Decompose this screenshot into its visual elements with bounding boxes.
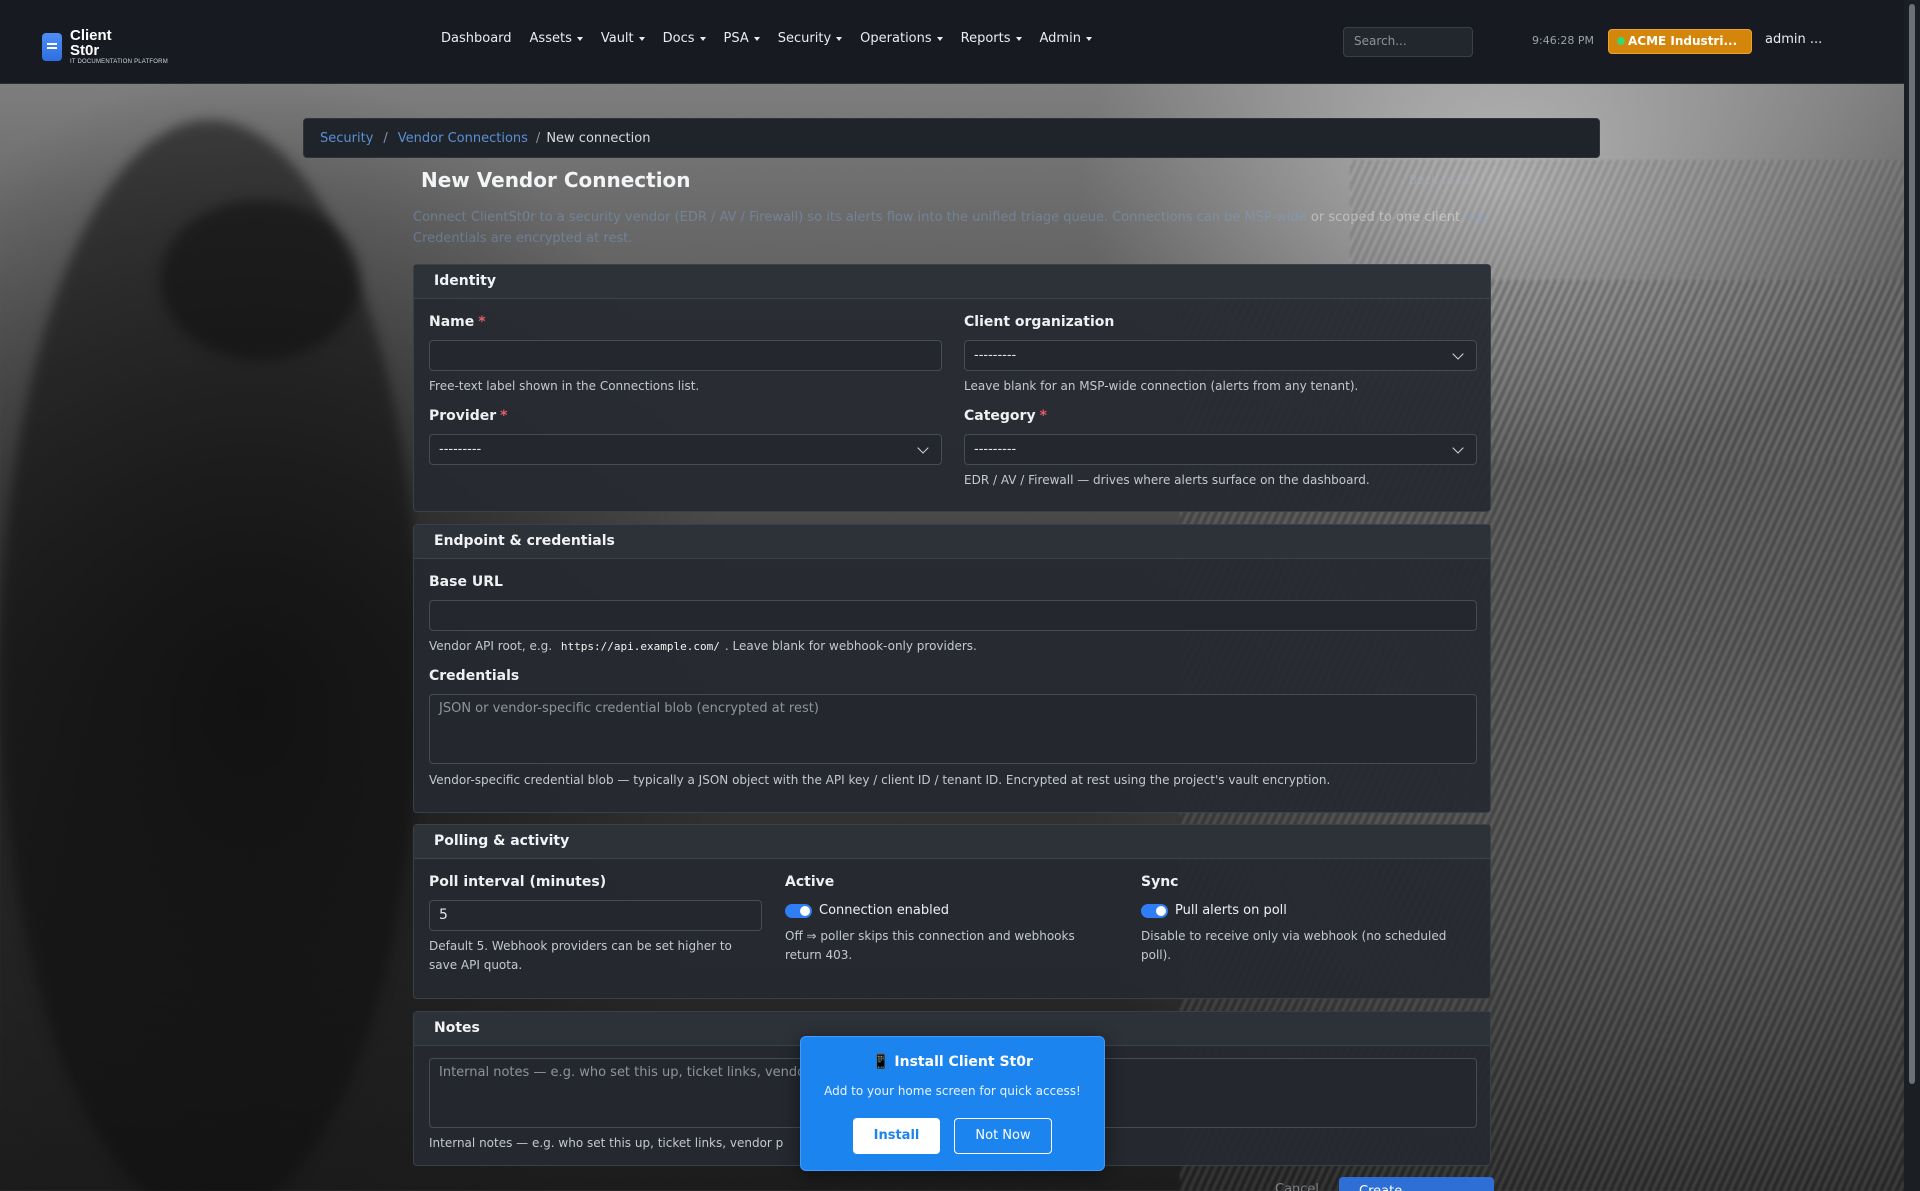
brand[interactable]: Client St0r IT DOCUMENTATION PLATFORM [42, 28, 168, 65]
cancel-button[interactable]: Cancel [1275, 1182, 1319, 1191]
credentials-help: Vendor-specific credential blob — typica… [429, 773, 1331, 787]
search-input[interactable]: Search... [1343, 27, 1473, 57]
credentials-textarea[interactable]: JSON or vendor-specific credential blob … [429, 694, 1477, 764]
provider-label: Provider * [429, 408, 508, 424]
clock: 9:46:28 PM [1532, 34, 1595, 47]
client-org-select[interactable]: --------- [964, 340, 1477, 371]
caret-down-icon [699, 36, 706, 41]
nav-docs[interactable]: Docs [654, 31, 715, 46]
breadcrumb-vendor-connections-link[interactable]: Vendor Connections [398, 131, 528, 146]
active-label: Active [785, 874, 835, 890]
name-help: Free-text label shown in the Connections… [429, 379, 700, 393]
sync-help: Disable to receive only via webhook (no … [1141, 929, 1447, 962]
breadcrumb-separator: / [383, 130, 388, 146]
nav-admin[interactable]: Admin [1031, 31, 1101, 46]
chevron-down-icon [1452, 442, 1464, 454]
category-select[interactable]: --------- [964, 434, 1477, 465]
back-to-list-link[interactable]: Back to list [1409, 173, 1475, 187]
scrollbar-thumb[interactable] [1909, 4, 1915, 1084]
category-label: Category * [964, 408, 1047, 424]
phone-icon: 📱 [872, 1054, 890, 1070]
sync-toggle[interactable] [1141, 904, 1168, 918]
breadcrumb-separator: / [535, 130, 541, 146]
page-title: New Vendor Connection [421, 168, 691, 192]
client-org-help: Leave blank for an MSP-wide connection (… [964, 379, 1359, 393]
user-menu[interactable]: admin ... [1765, 32, 1822, 47]
main-nav: Dashboard Assets Vault Docs PSA Security… [432, 31, 1101, 46]
active-help: Off ⇒ poller skips this connection and w… [785, 929, 1075, 962]
endpoint-card: Endpoint & credentials Base URL Vendor A… [413, 524, 1491, 813]
caret-down-icon [1085, 36, 1092, 41]
org-switcher-button[interactable]: ACME Industri... [1608, 29, 1752, 54]
client-org-label: Client organization [964, 314, 1115, 330]
nav-vault[interactable]: Vault [592, 31, 654, 46]
caret-down-icon [753, 36, 760, 41]
top-navbar: Client St0r IT DOCUMENTATION PLATFORM Da… [0, 0, 1904, 84]
notes-help: Internal notes — e.g. who set this up, t… [429, 1136, 784, 1150]
brand-logo-icon [42, 32, 62, 61]
install-button[interactable]: Install [853, 1118, 940, 1154]
nav-psa[interactable]: PSA [715, 31, 769, 46]
nav-reports[interactable]: Reports [952, 31, 1031, 46]
identity-heading: Identity [414, 265, 1490, 299]
poll-interval-help: Default 5. Webhook providers can be set … [429, 939, 732, 972]
scrollbar[interactable] [1904, 0, 1920, 1191]
brand-tagline: IT DOCUMENTATION PLATFORM [70, 59, 168, 65]
base-url-help: Vendor API root, e.g. https://api.exampl… [429, 639, 977, 653]
chevron-down-icon [917, 442, 929, 454]
install-app-popup: 📱 Install Client St0r Add to your home s… [800, 1036, 1105, 1171]
nav-assets[interactable]: Assets [521, 31, 592, 46]
endpoint-heading: Endpoint & credentials [414, 525, 1490, 559]
caret-down-icon [936, 36, 943, 41]
name-input[interactable] [429, 340, 942, 371]
breadcrumb-security-link[interactable]: Security [320, 131, 373, 146]
base-url-input[interactable] [429, 600, 1477, 631]
page-description: Connect ClientSt0r to a security vendor … [413, 210, 1490, 246]
category-help: EDR / AV / Firewall — drives where alert… [964, 473, 1370, 487]
status-dot-icon [1617, 37, 1625, 45]
brand-name: Client St0r [70, 27, 112, 59]
poll-interval-input[interactable]: 5 [429, 900, 762, 931]
active-toggle[interactable] [785, 904, 812, 918]
caret-down-icon [638, 36, 645, 41]
credentials-label: Credentials [429, 668, 520, 684]
base-url-label: Base URL [429, 574, 503, 590]
poll-interval-label: Poll interval (minutes) [429, 874, 607, 890]
caret-down-icon [1015, 36, 1022, 41]
base-url-example: https://api.example.com/ [560, 640, 720, 653]
install-popup-title: 📱 Install Client St0r [872, 1054, 1033, 1070]
active-toggle-label[interactable]: Connection enabled [819, 903, 949, 918]
provider-select[interactable]: --------- [429, 434, 942, 465]
not-now-button[interactable]: Not Now [954, 1118, 1052, 1154]
identity-card: Identity Name * Free-text label shown in … [413, 264, 1491, 512]
install-popup-subtitle: Add to your home screen for quick access… [824, 1084, 1081, 1098]
breadcrumb: Security / Vendor Connections / New conn… [303, 118, 1600, 158]
chevron-down-icon [1452, 348, 1464, 360]
nav-security[interactable]: Security [769, 31, 851, 46]
breadcrumb-current: New connection [546, 130, 651, 146]
sync-toggle-label[interactable]: Pull alerts on poll [1175, 903, 1287, 918]
caret-down-icon [836, 36, 843, 41]
nav-dashboard[interactable]: Dashboard [432, 31, 521, 46]
create-connection-button[interactable]: Create connection [1339, 1177, 1494, 1191]
caret-down-icon [576, 36, 583, 41]
polling-heading: Polling & activity [414, 825, 1490, 859]
name-label: Name * [429, 314, 486, 330]
sync-label: Sync [1141, 874, 1179, 890]
nav-operations[interactable]: Operations [851, 31, 951, 46]
polling-card: Polling & activity Poll interval (minute… [413, 824, 1491, 999]
